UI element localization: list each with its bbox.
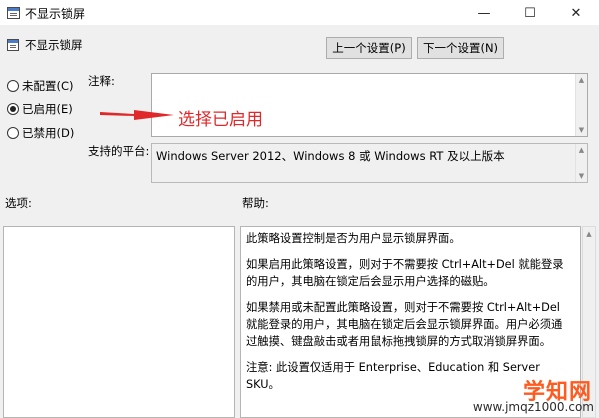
comment-scrollbar[interactable]: ▲ ▼: [575, 74, 587, 136]
previous-setting-button[interactable]: 上一个设置(P): [326, 37, 412, 59]
setting-icon: [7, 39, 19, 51]
radio-label: 已禁用(D): [22, 126, 75, 140]
maximize-button[interactable]: ☐: [507, 0, 553, 26]
window-title: 不显示锁屏: [25, 7, 86, 21]
radio-circle[interactable]: [7, 127, 19, 139]
radio-label: 未配置(C): [22, 79, 74, 93]
annotation-arrow-icon: [100, 110, 174, 120]
platform-value: Windows Server 2012、Windows 8 或 Windows …: [156, 149, 505, 163]
close-button[interactable]: ✕: [553, 0, 599, 26]
platform-box: Windows Server 2012、Windows 8 或 Windows …: [151, 143, 588, 183]
help-paragraph: 如果禁用或未配置此策略设置，则对于不需要按 Ctrl+Alt+Del 就能登录的…: [246, 301, 563, 348]
platform-scrollbar[interactable]: ▲ ▼: [575, 144, 587, 182]
watermark-logo: 学知网 www.jmqz1000.com: [472, 374, 596, 416]
options-label: 选项:: [5, 196, 32, 210]
comment-label: 注释:: [88, 74, 115, 88]
radio-not-configured[interactable]: 未配置(C): [7, 78, 74, 94]
policy-icon: [7, 7, 20, 19]
scroll-up-icon[interactable]: ▲: [583, 227, 595, 241]
title-bar: 不显示锁屏 — ☐ ✕: [0, 0, 599, 26]
policy-name: 不显示锁屏: [25, 38, 83, 52]
scroll-up-icon[interactable]: ▲: [576, 74, 587, 86]
radio-disabled[interactable]: 已禁用(D): [7, 125, 74, 141]
platform-label: 支持的平台:: [88, 144, 150, 158]
help-label: 帮助:: [242, 196, 269, 210]
minimize-button[interactable]: —: [461, 0, 507, 26]
radio-circle[interactable]: [7, 80, 19, 92]
radio-enabled[interactable]: 已启用(E): [7, 101, 73, 117]
next-setting-button[interactable]: 下一个设置(N): [417, 37, 504, 59]
options-pane: [3, 226, 235, 418]
radio-circle-selected[interactable]: [7, 103, 19, 115]
help-paragraph: 此策略设置控制是否为用户显示锁屏界面。: [246, 232, 461, 245]
scroll-down-icon[interactable]: ▼: [576, 124, 587, 136]
radio-label: 已启用(E): [22, 102, 73, 116]
watermark-url: www.jmqz1000.com: [472, 400, 594, 414]
scroll-up-icon[interactable]: ▲: [576, 144, 587, 156]
scroll-down-icon[interactable]: ▼: [576, 170, 587, 182]
help-paragraph: 如果启用此策略设置，则对于不需要按 Ctrl+Alt+Del 就能登录的用户，其…: [246, 258, 564, 288]
annotation-text: 选择已启用: [178, 110, 263, 130]
